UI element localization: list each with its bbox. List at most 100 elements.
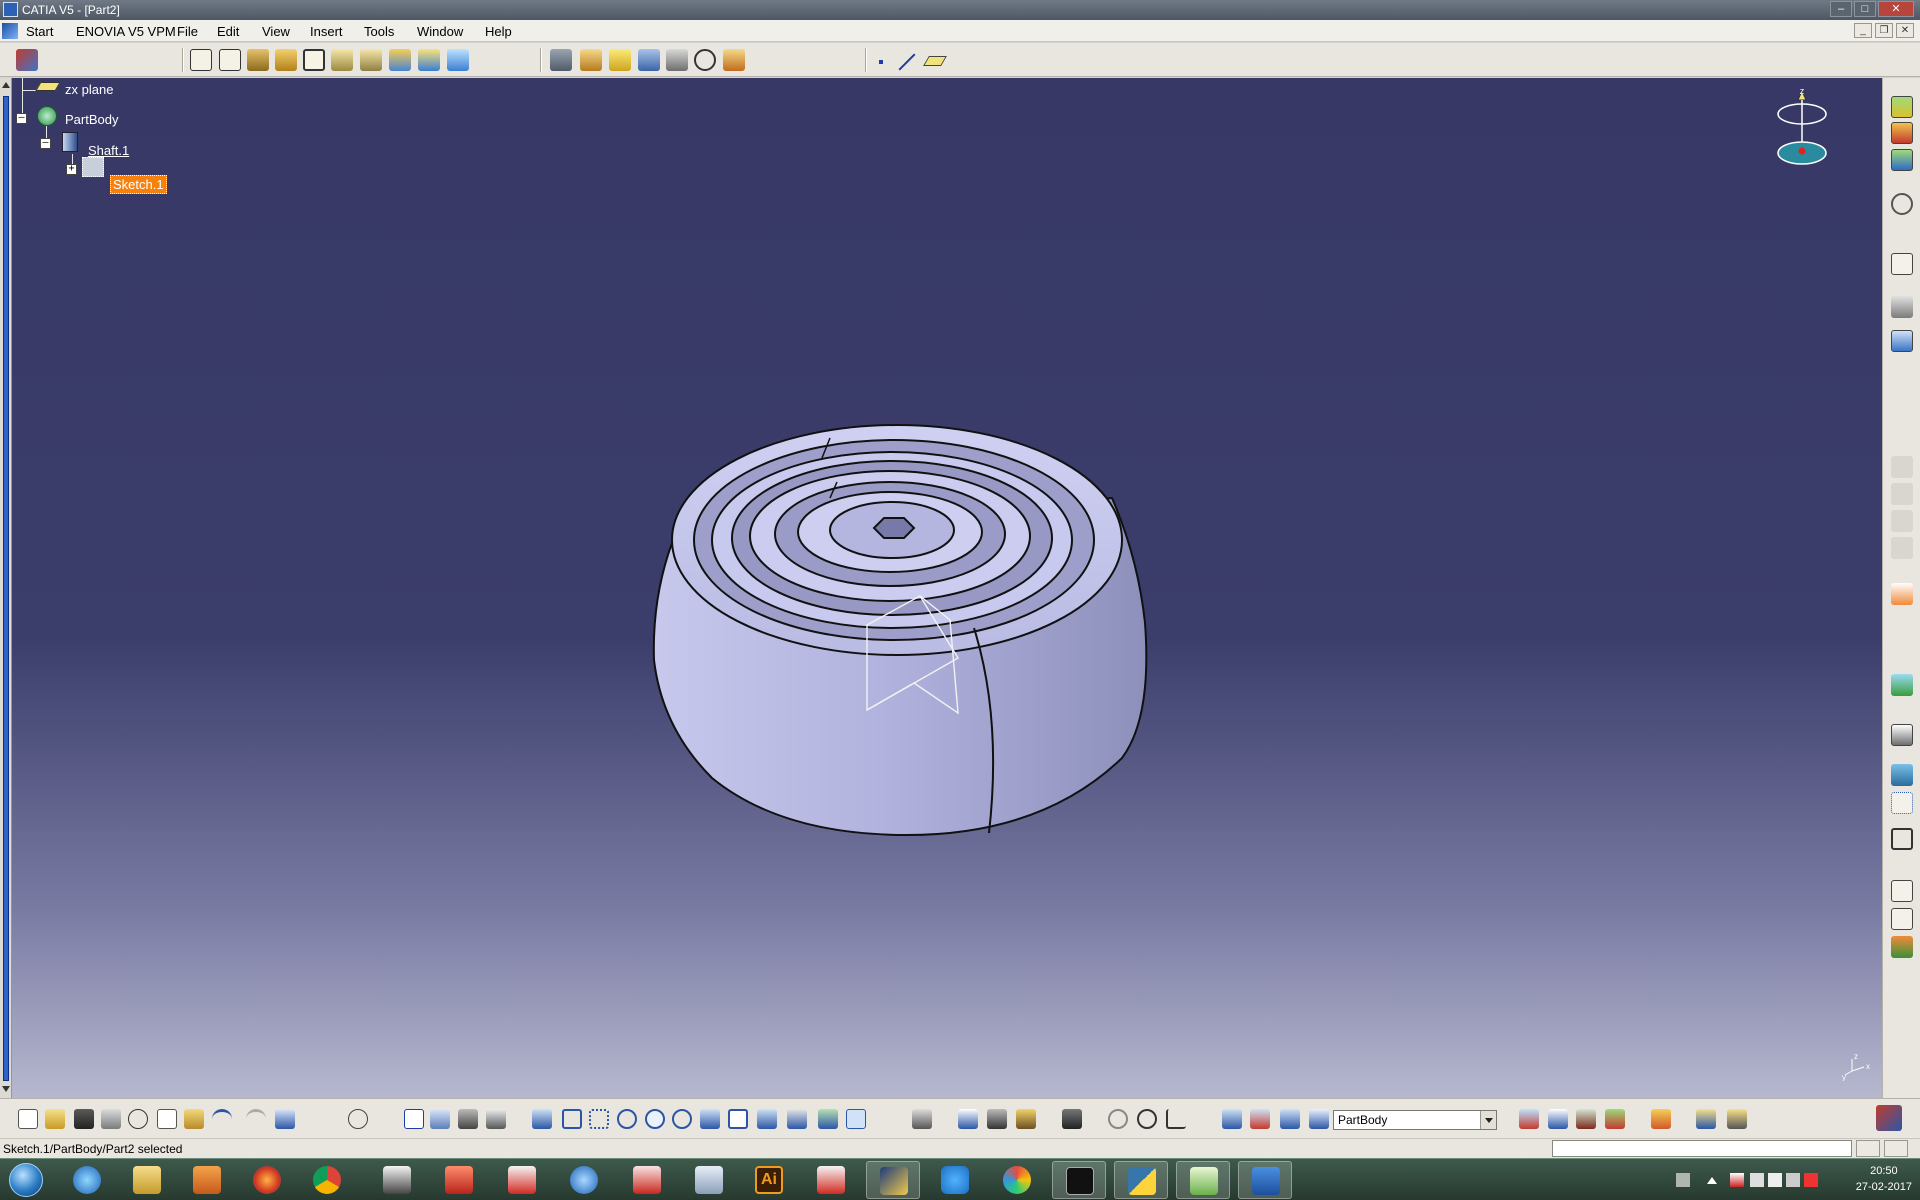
tray-battery-icon[interactable] xyxy=(1786,1173,1800,1187)
taskbar-app-ccleaner[interactable] xyxy=(928,1161,982,1199)
taskbar-app-red-doc[interactable] xyxy=(495,1161,549,1199)
annotation-view-icon[interactable] xyxy=(1891,936,1913,958)
insert-ordered-set-icon[interactable] xyxy=(1891,149,1913,171)
menu-edit[interactable]: Edit xyxy=(217,24,239,39)
doc-restore-button[interactable]: ❐ xyxy=(1875,23,1893,38)
design-table-icon[interactable] xyxy=(404,1109,424,1129)
tree-scrollbar[interactable] xyxy=(0,78,12,1098)
rotate-icon[interactable] xyxy=(617,1109,637,1129)
multi-view-icon[interactable] xyxy=(728,1109,748,1129)
menu-file[interactable]: File xyxy=(177,24,198,39)
close-button[interactable]: ✕ xyxy=(1878,1,1914,17)
measure-inertia-icon[interactable] xyxy=(1016,1109,1036,1129)
tray-keyboard-icon[interactable] xyxy=(1676,1173,1690,1187)
apply-material-icon[interactable] xyxy=(1891,674,1913,696)
pan-icon[interactable] xyxy=(589,1109,609,1129)
scroll-up-arrow[interactable] xyxy=(2,82,10,88)
maximize-button[interactable]: □ xyxy=(1854,1,1876,17)
power-input-field[interactable] xyxy=(1552,1140,1852,1157)
transform-icon[interactable] xyxy=(723,49,745,71)
shaft-icon[interactable] xyxy=(275,49,297,71)
tray-device-icon[interactable] xyxy=(1750,1173,1764,1187)
doc-close-button[interactable]: ✕ xyxy=(1896,23,1914,38)
menu-start[interactable]: Start xyxy=(26,24,53,39)
chamfer-icon[interactable] xyxy=(580,49,602,71)
copy-icon[interactable] xyxy=(157,1109,177,1129)
taskbar-app-autodesk[interactable] xyxy=(370,1161,424,1199)
compass-widget[interactable]: z xyxy=(1762,86,1842,176)
flag-note-icon[interactable] xyxy=(1891,908,1913,930)
axis-system-icon[interactable] xyxy=(1891,828,1913,850)
taskbar-app-firefox[interactable] xyxy=(240,1161,294,1199)
3d-compass-icon[interactable] xyxy=(1222,1109,1242,1129)
solid-combine-icon[interactable] xyxy=(389,49,411,71)
taskbar-app-keyboard[interactable] xyxy=(682,1161,736,1199)
taskbar-app-red-bird[interactable] xyxy=(432,1161,486,1199)
graphic-properties-icon[interactable] xyxy=(1727,1109,1747,1129)
text-annotation-icon[interactable] xyxy=(1891,880,1913,902)
menu-window[interactable]: Window xyxy=(417,24,463,39)
paste-icon[interactable] xyxy=(184,1109,204,1129)
taskbar-app-media-player[interactable] xyxy=(180,1161,234,1199)
point-icon[interactable] xyxy=(879,60,883,64)
line-icon[interactable] xyxy=(898,53,916,71)
menu-enovia[interactable]: ENOVIA V5 VPM xyxy=(76,24,176,39)
menu-tools[interactable]: Tools xyxy=(364,24,394,39)
scroll-down-arrow[interactable] xyxy=(2,1086,10,1092)
new-file-icon[interactable] xyxy=(18,1109,38,1129)
work-on-support-icon[interactable] xyxy=(1250,1109,1270,1129)
taskbar-app-chrome[interactable] xyxy=(300,1161,354,1199)
capture-camera-icon[interactable] xyxy=(1062,1109,1082,1129)
plane-icon[interactable] xyxy=(923,56,947,66)
windows-start-button[interactable] xyxy=(4,1161,48,1199)
taskbar-app-notepad[interactable] xyxy=(1176,1161,1230,1199)
snap-icon[interactable] xyxy=(1108,1109,1128,1129)
snap-to-point-icon[interactable] xyxy=(1280,1109,1300,1129)
annotation-icon[interactable] xyxy=(1891,296,1913,318)
edge-fillet-icon[interactable] xyxy=(550,49,572,71)
insert-geometrical-set-icon[interactable] xyxy=(1891,122,1913,144)
slot-icon[interactable] xyxy=(360,49,382,71)
removed-multi-sections-icon[interactable] xyxy=(447,49,469,71)
doc-minimize-button[interactable]: _ xyxy=(1854,23,1872,38)
catia-app-icon[interactable] xyxy=(3,2,18,17)
scroll-thumb[interactable] xyxy=(3,96,9,1081)
catalog-browser-icon[interactable] xyxy=(1891,724,1913,746)
publication-icon[interactable] xyxy=(1651,1109,1671,1129)
taskbar-app-blue-gear[interactable] xyxy=(557,1161,611,1199)
taskbar-app-red-slides[interactable] xyxy=(620,1161,674,1199)
sketcher-icon[interactable] xyxy=(190,49,212,71)
tools-icon[interactable] xyxy=(1891,764,1913,786)
hide-show-icon[interactable] xyxy=(818,1109,838,1129)
iso-view-icon[interactable] xyxy=(757,1109,777,1129)
render-style-icon[interactable] xyxy=(1605,1109,1625,1129)
zoom-in-icon[interactable] xyxy=(645,1109,665,1129)
taskbar-app-photo[interactable] xyxy=(866,1161,920,1199)
taskbar-app-internet-explorer[interactable] xyxy=(60,1161,114,1199)
pad-icon[interactable] xyxy=(247,49,269,71)
grid-icon[interactable] xyxy=(1891,792,1913,814)
select-cursor-icon[interactable] xyxy=(1891,583,1913,605)
hole-icon[interactable] xyxy=(303,49,325,71)
axis-tool-icon[interactable] xyxy=(1166,1109,1186,1129)
multi-sections-icon[interactable] xyxy=(418,49,440,71)
part-render[interactable] xyxy=(12,78,1882,1098)
taskbar-app-word[interactable] xyxy=(1238,1161,1292,1199)
rib-icon[interactable] xyxy=(331,49,353,71)
redo-icon[interactable] xyxy=(246,1109,266,1129)
menu-insert[interactable]: Insert xyxy=(310,24,343,39)
current-body-select[interactable]: PartBody xyxy=(1333,1110,1497,1130)
start-menu-icon[interactable] xyxy=(2,23,18,39)
power-input-button[interactable] xyxy=(1856,1140,1880,1157)
system-clock[interactable]: 20:50 27-02-2017 xyxy=(1856,1163,1912,1195)
knowledge-icon[interactable] xyxy=(458,1109,478,1129)
workbench-icon[interactable] xyxy=(16,49,38,71)
draft-icon[interactable] xyxy=(609,49,631,71)
taskbar-app-red-note[interactable] xyxy=(804,1161,858,1199)
reaction-icon[interactable] xyxy=(486,1109,506,1129)
save-icon[interactable] xyxy=(74,1109,94,1129)
constraint-gear-icon[interactable] xyxy=(1891,193,1913,215)
zoom-out-icon[interactable] xyxy=(672,1109,692,1129)
menu-help[interactable]: Help xyxy=(485,24,512,39)
pattern-icon[interactable] xyxy=(666,49,688,71)
